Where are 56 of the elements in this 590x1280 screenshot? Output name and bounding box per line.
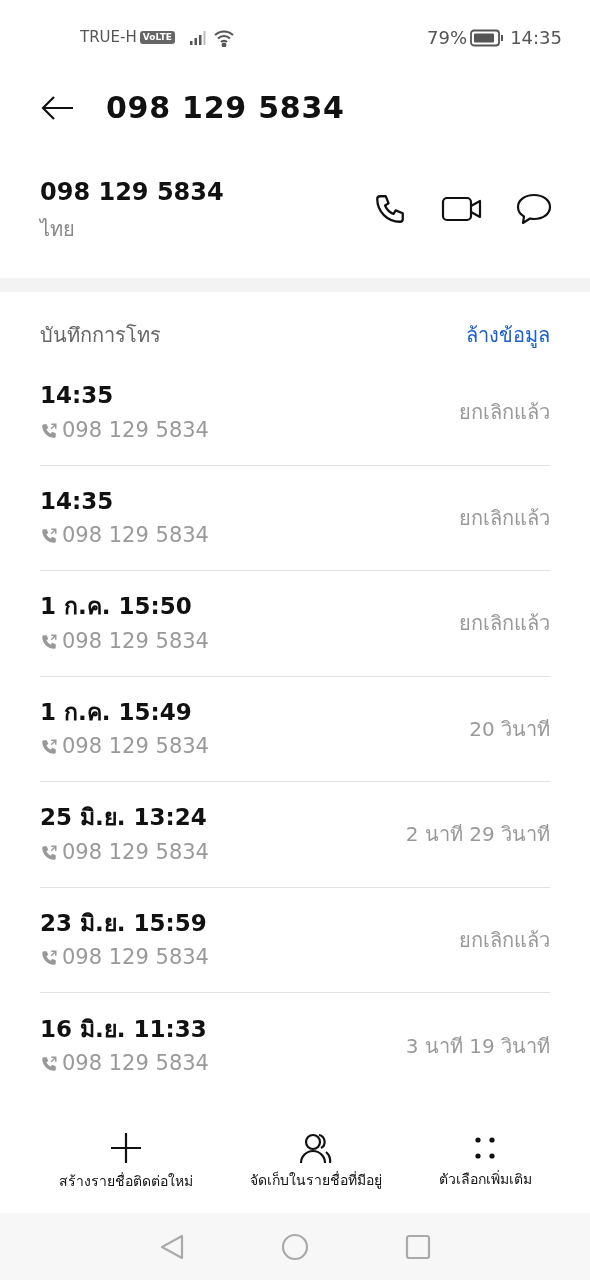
clock: 14:35	[510, 26, 562, 50]
outgoing-call-icon	[40, 421, 58, 440]
call-status: 3 นาที 19 วินาที	[405, 1032, 550, 1060]
call-log-entry[interactable]: 14:35 098 129 5834 ยกเลิกแล้ว	[40, 465, 550, 571]
call-time: 14:35	[40, 381, 115, 411]
call-status: ยกเลิกแล้ว	[459, 610, 550, 638]
call-status: ยกเลิกแล้ว	[459, 504, 550, 532]
call-time: 14:35	[40, 486, 115, 516]
contact-number: 098 129 5834	[40, 177, 224, 208]
call-number: 098 129 5834	[62, 416, 209, 444]
contacts-icon	[297, 1132, 334, 1164]
call-log-entry[interactable]: 16 มิ.ย. 11:33 098 129 5834 3 นาที 19 วินาที	[40, 993, 550, 1099]
call-log-entry[interactable]: 1 ก.ค. 15:50 098 129 5834 ยกเลิกแล้ว	[40, 571, 550, 677]
call-log-entry[interactable]: 25 มิ.ย. 13:24 098 129 5834 2 นาที 29 วินาที	[40, 782, 550, 888]
call-status: 2 นาที 29 วินาที	[405, 821, 550, 849]
call-time: 16 มิ.ย. 11:33	[40, 1014, 208, 1044]
phone-icon	[373, 192, 407, 226]
outgoing-call-icon	[40, 632, 58, 651]
outgoing-call-icon	[40, 949, 58, 967]
call-time: 1 ก.ค. 15:50	[40, 592, 193, 622]
call-number: 098 129 5834	[62, 838, 209, 866]
call-number: 098 129 5834	[62, 944, 209, 972]
outgoing-call-icon	[40, 527, 58, 545]
bottom-action-button[interactable]: จัดเก็บในรายชื่อที่มีอยู่	[249, 1132, 382, 1191]
volte-badge: VoLTE	[139, 30, 175, 45]
outgoing-call-icon	[40, 738, 58, 756]
plus-icon	[108, 1131, 143, 1165]
call-number: 098 129 5834	[62, 733, 209, 761]
outgoing-call-icon	[40, 843, 58, 862]
battery-icon	[470, 28, 505, 47]
contact-location: ไทย	[40, 216, 76, 243]
clear-data-link[interactable]: ล้างข้อมูล	[466, 320, 550, 350]
call-log-entry[interactable]: 1 ก.ค. 15:49 098 129 5834 20 วินาที	[40, 676, 550, 782]
call-time: 1 ก.ค. 15:49	[40, 697, 193, 727]
call-status: ยกเลิกแล้ว	[459, 399, 550, 427]
bottom-action-button[interactable]: ตัวเลือกเพิ่มเติม	[438, 1133, 532, 1190]
back-arrow-icon	[40, 94, 74, 121]
call-number: 098 129 5834	[62, 522, 209, 550]
speech-bubble-icon	[515, 192, 553, 226]
battery-percent: 79%	[427, 26, 468, 50]
call-time: 23 มิ.ย. 15:59	[40, 908, 208, 938]
call-time: 25 มิ.ย. 13:24	[40, 803, 208, 833]
video-camera-icon	[441, 195, 483, 223]
call-status: ยกเลิกแล้ว	[459, 926, 550, 954]
call-number: 098 129 5834	[62, 1050, 209, 1078]
call-number: 098 129 5834	[62, 627, 209, 655]
call-log-entry[interactable]: 23 มิ.ย. 15:59 098 129 5834 ยกเลิกแล้ว	[40, 887, 550, 993]
carrier-name: TRUE-H	[80, 27, 137, 49]
signal-icon	[188, 29, 209, 46]
call-status: 20 วินาที	[469, 715, 550, 743]
outgoing-call-icon	[40, 1055, 58, 1073]
wifi-icon	[212, 28, 235, 47]
bottom-action-button[interactable]: สร้างรายชื่อติดต่อใหม่	[58, 1131, 193, 1192]
page-title: 098 129 5834	[106, 89, 345, 127]
call-log-entry[interactable]: 14:35 098 129 5834 ยกเลิกแล้ว	[40, 360, 550, 466]
section-title: บันทึกการโทร	[40, 322, 161, 349]
